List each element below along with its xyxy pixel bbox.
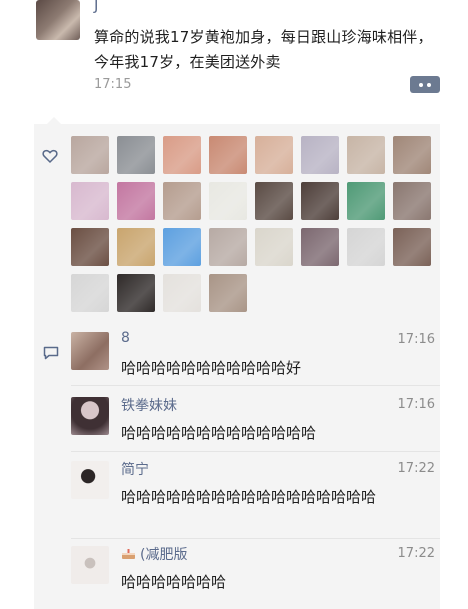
comment-icon <box>43 346 59 360</box>
interaction-panel: 8 17:16 哈哈哈哈哈哈哈哈哈哈哈好 铁拳妹妹 17:16 哈哈哈哈哈哈哈哈… <box>34 124 440 609</box>
comment-text: 哈哈哈哈哈哈哈哈哈哈哈好 <box>121 359 302 377</box>
like-avatar[interactable] <box>71 228 109 266</box>
poster-name[interactable]: J <box>94 0 98 14</box>
comment-time: 17:22 <box>397 461 435 476</box>
like-avatar[interactable] <box>117 182 155 220</box>
like-avatar[interactable] <box>71 274 109 312</box>
like-avatar[interactable] <box>71 136 109 174</box>
divider <box>71 451 440 452</box>
like-avatar[interactable] <box>209 136 247 174</box>
like-avatar[interactable] <box>209 182 247 220</box>
like-avatar[interactable] <box>163 182 201 220</box>
comment-text: 哈哈哈哈哈哈哈哈哈哈哈哈哈哈哈哈哈 <box>121 488 377 506</box>
likes-grid <box>71 136 439 312</box>
like-avatar[interactable] <box>117 274 155 312</box>
like-avatar[interactable] <box>393 182 431 220</box>
divider <box>71 538 440 539</box>
comment-time: 17:16 <box>397 332 435 347</box>
more-options-button[interactable] <box>410 76 440 93</box>
commenter-name[interactable]: 8 <box>121 330 130 346</box>
cake-icon <box>122 549 135 559</box>
like-avatar[interactable] <box>393 228 431 266</box>
commenter-avatar[interactable] <box>71 397 109 435</box>
dot-icon <box>419 82 423 87</box>
comment-time: 17:22 <box>397 546 435 561</box>
like-avatar[interactable] <box>393 136 431 174</box>
like-avatar[interactable] <box>301 136 339 174</box>
dot-icon <box>427 82 431 87</box>
like-avatar[interactable] <box>71 182 109 220</box>
like-avatar[interactable] <box>347 182 385 220</box>
like-avatar[interactable] <box>163 136 201 174</box>
post-text: 算命的说我17岁黄袍加身，每日跟山珍海味相伴，今年我17岁，在美团送外卖 <box>94 28 433 71</box>
commenter-avatar[interactable] <box>71 332 109 370</box>
like-avatar[interactable] <box>301 182 339 220</box>
like-avatar[interactable] <box>255 136 293 174</box>
like-avatar[interactable] <box>209 274 247 312</box>
comment-item[interactable]: 铁拳妹妹 17:16 哈哈哈哈哈哈哈哈哈哈哈哈哈 <box>71 395 435 453</box>
comment-item[interactable]: 简宁 17:22 哈哈哈哈哈哈哈哈哈哈哈哈哈哈哈哈哈 <box>71 459 435 543</box>
comment-text: 哈哈哈哈哈哈哈 <box>121 573 227 591</box>
comment-text: 哈哈哈哈哈哈哈哈哈哈哈哈哈 <box>121 424 317 442</box>
commenter-avatar[interactable] <box>71 546 109 584</box>
like-avatar[interactable] <box>209 228 247 266</box>
heart-icon <box>42 149 58 164</box>
like-avatar[interactable] <box>255 182 293 220</box>
comment-item[interactable]: 8 17:16 哈哈哈哈哈哈哈哈哈哈哈好 <box>71 330 435 388</box>
like-avatar[interactable] <box>163 274 201 312</box>
comment-item[interactable]: (减肥版 17:22 哈哈哈哈哈哈哈 <box>71 544 435 606</box>
commenter-name[interactable]: 铁拳妹妹 <box>121 395 177 415</box>
like-avatar[interactable] <box>347 228 385 266</box>
like-avatar[interactable] <box>347 136 385 174</box>
commenter-name[interactable]: (减肥版 <box>121 544 187 564</box>
post-time: 17:15 <box>94 77 132 92</box>
like-avatar[interactable] <box>301 228 339 266</box>
commenter-avatar[interactable] <box>71 461 109 499</box>
commenter-name[interactable]: 简宁 <box>121 459 149 479</box>
commenter-name-text: (减肥版 <box>140 547 188 563</box>
post-header: J 算命的说我17岁黄袍加身，每日跟山珍海味相伴，今年我17岁，在美团送外卖 1… <box>0 0 468 120</box>
like-avatar[interactable] <box>255 228 293 266</box>
divider <box>71 385 440 386</box>
like-avatar[interactable] <box>117 136 155 174</box>
poster-avatar[interactable] <box>36 0 80 40</box>
comment-time: 17:16 <box>397 397 435 412</box>
like-avatar[interactable] <box>117 228 155 266</box>
like-avatar[interactable] <box>163 228 201 266</box>
